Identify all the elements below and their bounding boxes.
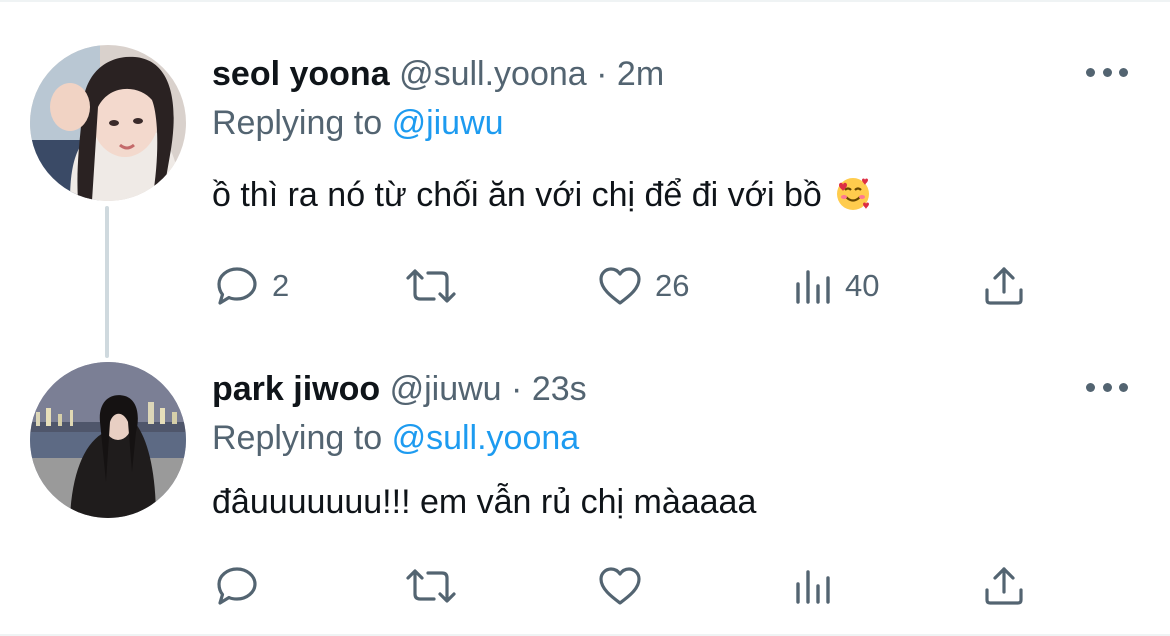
share-upload-icon xyxy=(985,267,1023,305)
like-button[interactable] xyxy=(597,564,655,608)
reply-bubble-icon xyxy=(217,567,257,605)
more-options-button[interactable] xyxy=(1086,60,1128,84)
replying-to-handle[interactable]: @sull.yoona xyxy=(392,419,580,457)
more-dots-icon xyxy=(1086,382,1095,392)
views-button[interactable]: 40 xyxy=(793,264,879,308)
avatar-seol-yoona[interactable] xyxy=(30,45,186,201)
tweet-text: đâuuuuuuu!!! em vẫn rủ chị màaaaa xyxy=(212,483,757,521)
tweet-park-jiwoo[interactable]: park jiwoo @jiuwu · 23s Replying to @sul… xyxy=(0,330,1170,634)
tweet-actions xyxy=(0,564,1170,608)
like-button[interactable]: 26 xyxy=(597,264,689,308)
replying-to: Replying to @jiuwu xyxy=(212,103,504,143)
tweet-text-container: ồ thì ra nó từ chối ăn với chị để đi với… xyxy=(212,175,871,221)
views-bar-chart-icon xyxy=(796,570,830,604)
tweet-text-container: đâuuuuuuu!!! em vẫn rủ chị màaaaa xyxy=(212,482,756,522)
share-button[interactable] xyxy=(982,264,1026,308)
reply-button[interactable]: 2 xyxy=(214,264,289,308)
retweet-button[interactable] xyxy=(404,264,470,308)
more-options-button[interactable] xyxy=(1086,375,1128,399)
reply-bubble-icon xyxy=(217,267,257,305)
replying-to-label: Replying to xyxy=(212,104,383,142)
replying-to: Replying to @sull.yoona xyxy=(212,418,579,458)
tweet-seol-yoona[interactable]: seol yoona @sull.yoona · 2m Replying to … xyxy=(0,0,1170,330)
tweet-text: ồ thì ra nó từ chối ăn với chị để đi với… xyxy=(212,176,822,214)
views-button[interactable] xyxy=(793,564,845,608)
tweet-header: seol yoona @sull.yoona · 2m xyxy=(212,54,664,94)
reply-button[interactable] xyxy=(214,564,272,608)
display-name[interactable]: park jiwoo xyxy=(212,370,380,408)
separator-dot: · xyxy=(511,370,523,408)
separator-dot: · xyxy=(596,55,608,93)
replying-to-label: Replying to xyxy=(212,419,383,457)
tweet-header: park jiwoo @jiuwu · 23s xyxy=(212,369,587,409)
retweet-button[interactable] xyxy=(404,564,470,608)
user-handle[interactable]: @jiuwu xyxy=(390,370,502,408)
replying-to-handle[interactable]: @jiuwu xyxy=(392,104,504,142)
retweet-arrows-icon xyxy=(406,269,456,303)
tweet-actions: 2 26 40 xyxy=(0,264,1170,308)
views-bar-chart-icon xyxy=(796,270,830,304)
user-handle[interactable]: @sull.yoona xyxy=(399,55,587,93)
timestamp[interactable]: 2m xyxy=(617,55,664,93)
views-count: 40 xyxy=(845,268,880,303)
smiling-face-with-hearts-icon xyxy=(835,176,871,221)
reply-count: 2 xyxy=(272,268,290,303)
heart-icon xyxy=(599,267,641,305)
retweet-arrows-icon xyxy=(406,569,456,603)
display-name[interactable]: seol yoona xyxy=(212,55,390,93)
timestamp[interactable]: 23s xyxy=(532,370,587,408)
like-count: 26 xyxy=(655,268,690,303)
heart-icon xyxy=(599,567,641,605)
avatar-park-jiwoo[interactable] xyxy=(30,362,186,518)
share-upload-icon xyxy=(985,567,1023,605)
more-dots-icon xyxy=(1086,67,1095,77)
share-button[interactable] xyxy=(982,564,1026,608)
